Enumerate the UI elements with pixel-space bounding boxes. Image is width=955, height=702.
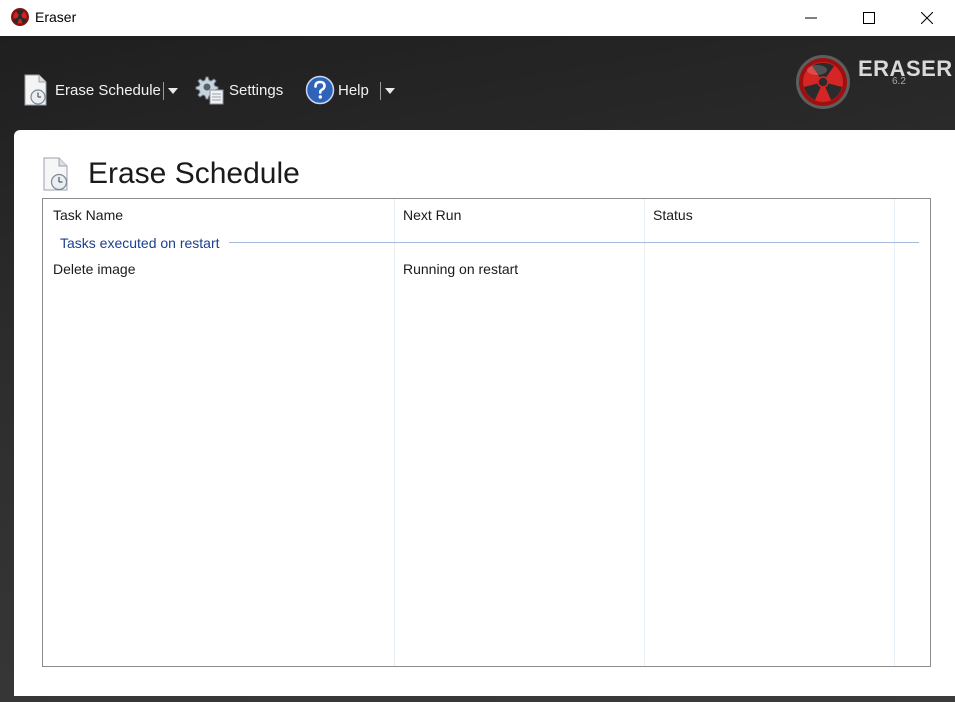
- column-header-task-name[interactable]: Task Name: [53, 207, 123, 223]
- gear-icon: [195, 76, 224, 105]
- minimize-icon: [805, 17, 817, 19]
- column-divider: [394, 199, 395, 666]
- close-button[interactable]: [898, 0, 955, 36]
- settings-label: Settings: [229, 81, 284, 99]
- page-title: Erase Schedule: [88, 157, 300, 190]
- group-header[interactable]: Tasks executed on restart: [60, 235, 220, 251]
- help-dropdown[interactable]: [383, 82, 397, 100]
- erase-schedule-label: Erase Schedule: [55, 81, 161, 99]
- toolbar-separator: [163, 82, 164, 100]
- title-bar: Eraser: [0, 0, 955, 36]
- eraser-app-icon: [11, 8, 29, 26]
- column-divider: [644, 199, 645, 666]
- group-divider: [229, 242, 919, 243]
- schedule-document-icon: [24, 74, 47, 106]
- eraser-logo: [796, 55, 850, 109]
- erase-schedule-button[interactable]: Erase Schedule: [22, 73, 161, 107]
- help-label: Help: [338, 81, 369, 99]
- schedule-document-icon: [43, 157, 68, 191]
- brand-version: 6.2: [892, 76, 906, 87]
- settings-button[interactable]: Settings: [195, 73, 283, 107]
- next-run-cell: Running on restart: [403, 261, 519, 277]
- minimize-button[interactable]: [782, 0, 840, 36]
- toolbar-separator: [380, 82, 381, 100]
- chevron-down-icon: [168, 88, 178, 94]
- task-name-cell: Delete image: [53, 261, 136, 277]
- column-divider: [894, 199, 895, 666]
- help-icon: [305, 75, 335, 105]
- column-header-next-run[interactable]: Next Run: [403, 207, 461, 223]
- maximize-button[interactable]: [840, 0, 898, 36]
- chevron-down-icon: [385, 88, 395, 94]
- column-header-status[interactable]: Status: [653, 207, 693, 223]
- window-title: Eraser: [35, 9, 77, 25]
- close-icon: [921, 12, 933, 24]
- erase-schedule-dropdown[interactable]: [166, 82, 180, 100]
- help-button[interactable]: Help: [305, 73, 369, 107]
- task-list[interactable]: Task Name Next Run Status Tasks executed…: [42, 198, 931, 667]
- maximize-icon: [863, 12, 875, 24]
